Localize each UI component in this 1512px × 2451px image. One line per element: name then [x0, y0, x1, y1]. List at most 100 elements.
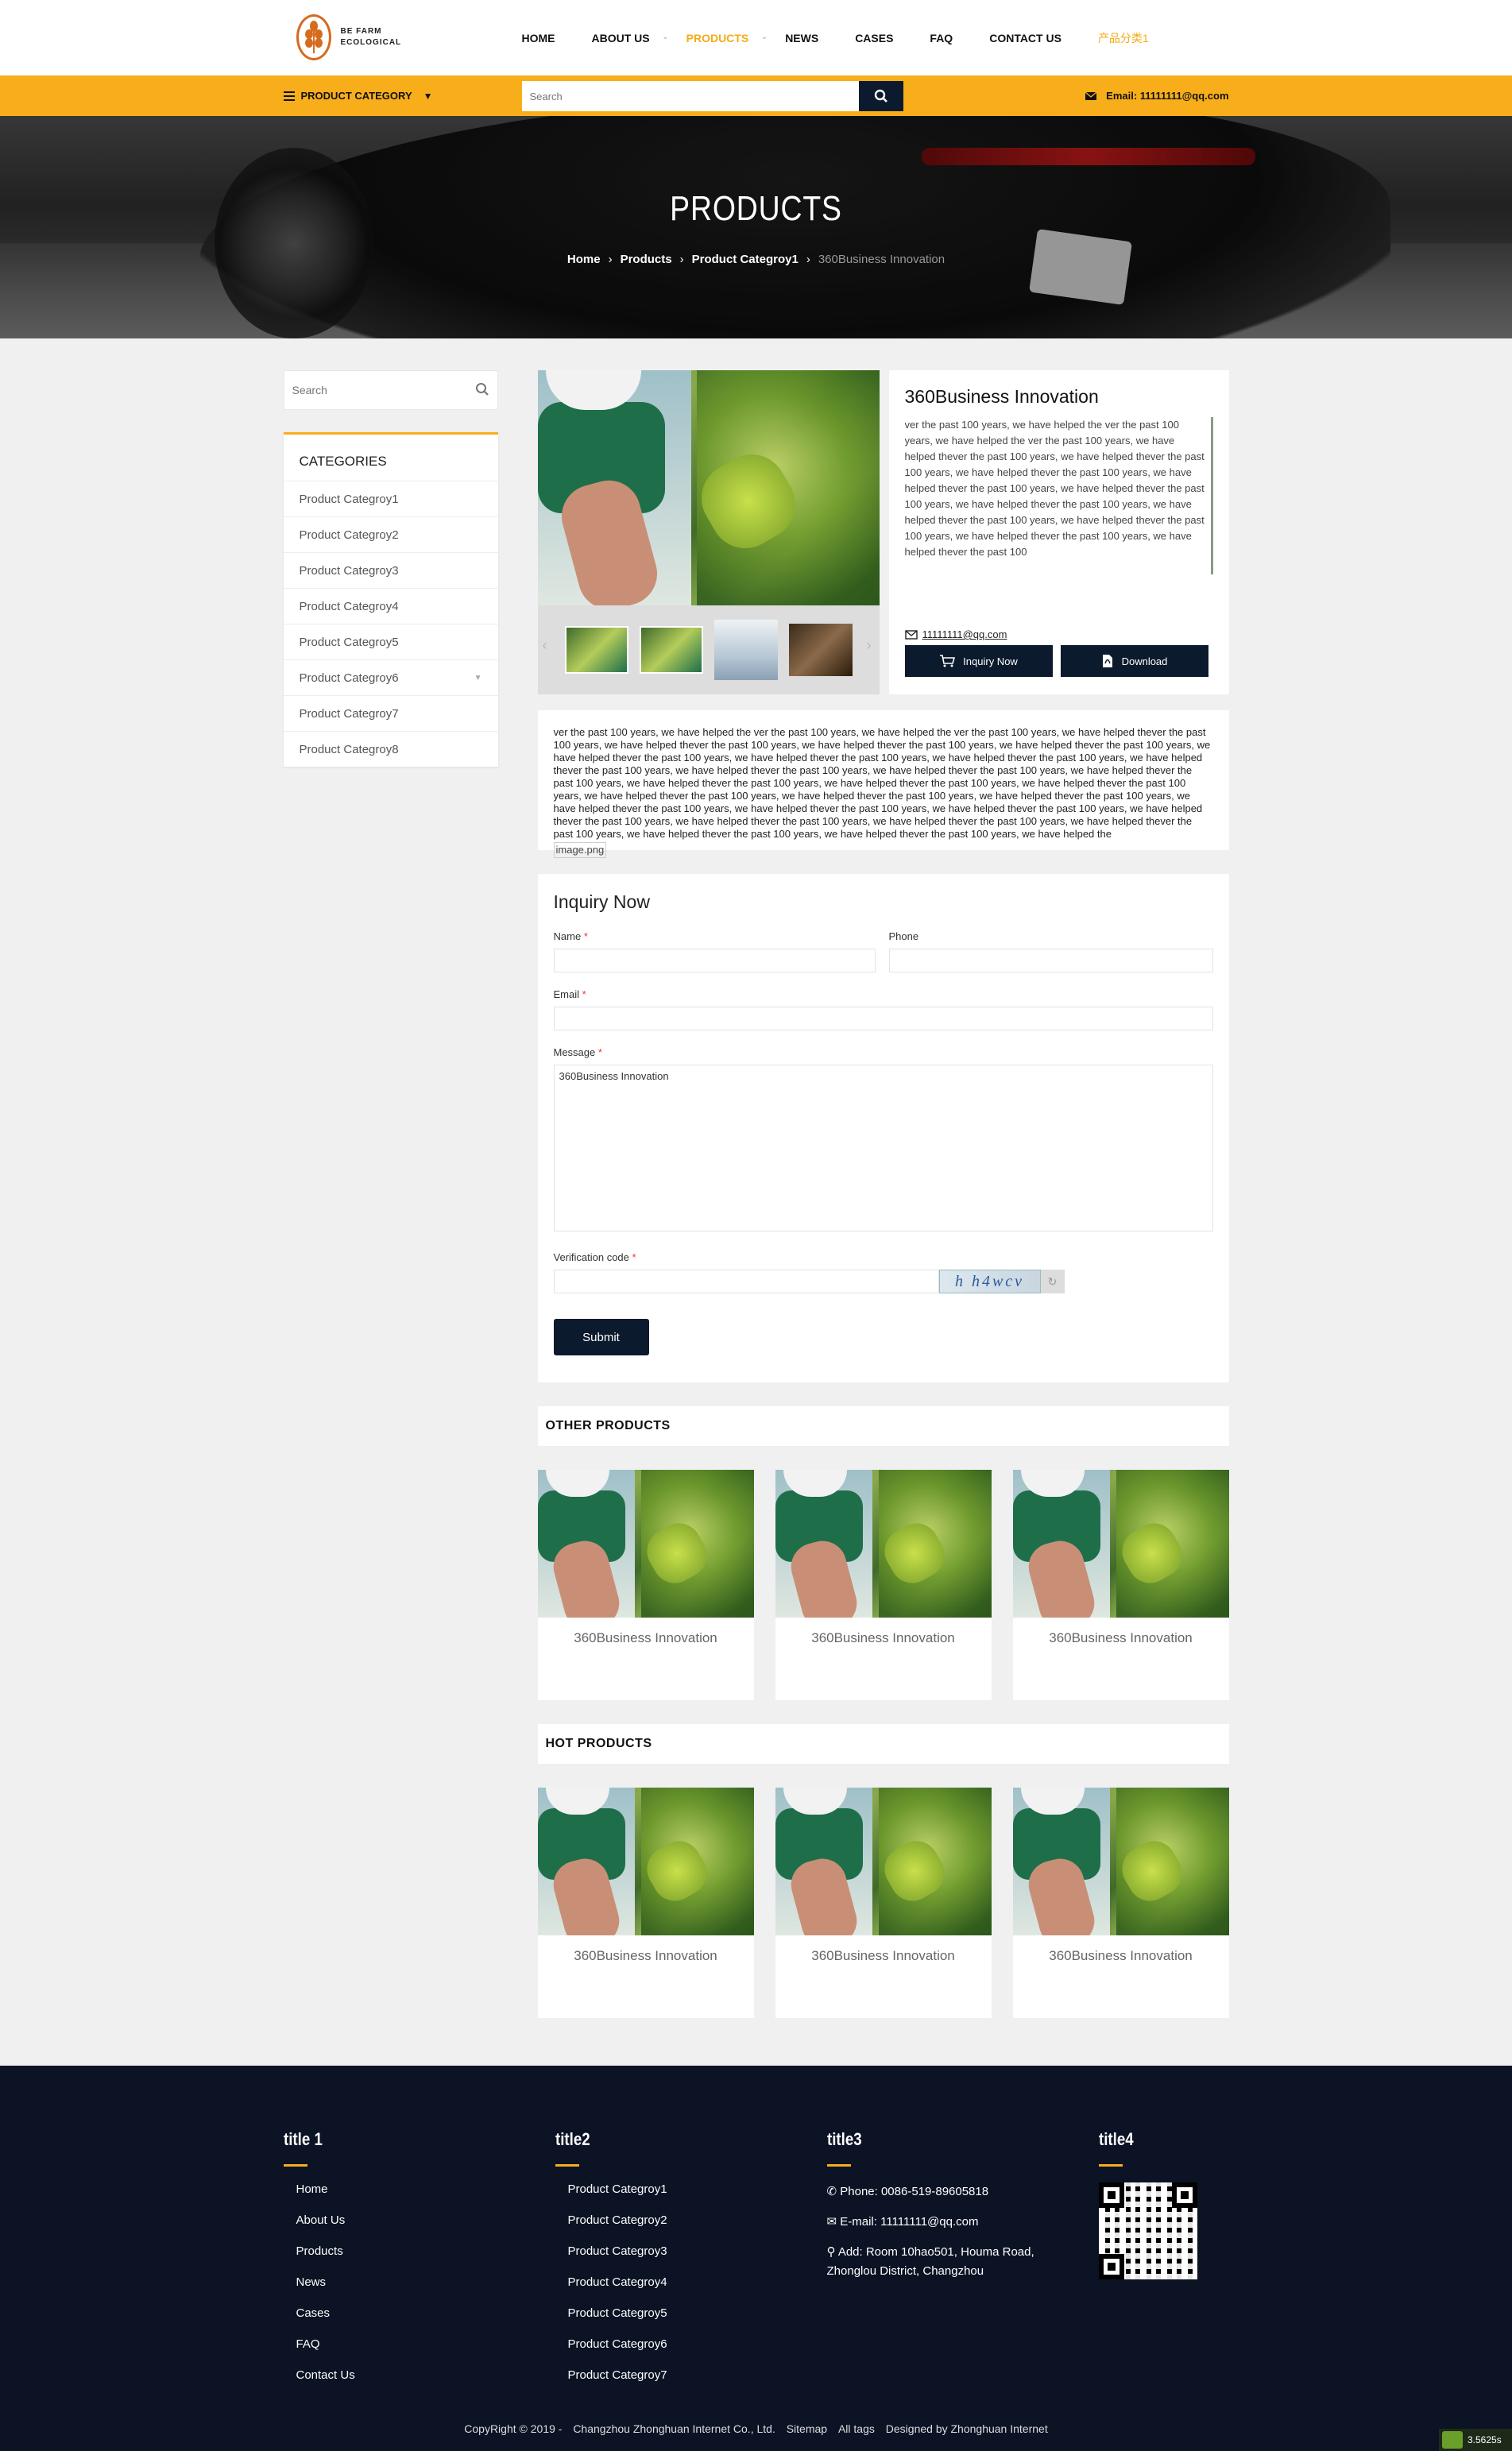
nav-products[interactable]: PRODUCTS ⌄	[686, 32, 768, 44]
top-search-input[interactable]	[521, 81, 859, 111]
footer-link-home[interactable]: Home	[296, 2182, 355, 2213]
submit-button[interactable]: Submit	[553, 1319, 649, 1355]
inquiry-now-button[interactable]: Inquiry Now	[904, 645, 1053, 677]
nav-cases[interactable]: CASES	[855, 32, 893, 44]
required-mark: *	[583, 930, 588, 942]
product-card-title[interactable]: 360Business Innovation	[1013, 1630, 1229, 1646]
footer-category-link[interactable]: Product Categroy3	[568, 2244, 667, 2275]
name-field[interactable]	[553, 949, 876, 972]
product-card-title[interactable]: 360Business Innovation	[775, 1948, 992, 1964]
footer-category-link[interactable]: Product Categroy1	[568, 2182, 667, 2213]
breadcrumb-products[interactable]: Products	[621, 253, 672, 266]
product-card-title[interactable]: 360Business Innovation	[538, 1630, 754, 1646]
download-button[interactable]: Download	[1060, 645, 1208, 677]
footer-category-link[interactable]: Product Categroy4	[568, 2275, 667, 2306]
sitemap-link[interactable]: Sitemap	[787, 2422, 827, 2435]
page-banner: PRODUCTS Home › Products › Product Categroy1…	[0, 116, 1512, 338]
product-email-link[interactable]: 11111111@qq.com	[922, 628, 1007, 640]
sidebar-search-input[interactable]	[284, 371, 459, 409]
footer-link-faq[interactable]: FAQ	[296, 2337, 355, 2368]
header-email[interactable]: Email: 11111111@qq.com	[1085, 75, 1229, 116]
logo[interactable]: BE FARM ECOLOGICAL	[296, 14, 402, 60]
product-main-image[interactable]	[537, 370, 880, 605]
product-card-image[interactable]	[537, 1788, 754, 1935]
product-card-title[interactable]: 360Business Innovation	[538, 1948, 754, 1964]
product-short-description: ver the past 100 years, we have helped t…	[905, 417, 1213, 574]
product-card-image[interactable]	[775, 1788, 992, 1935]
product-email: 11111111@qq.com	[904, 628, 1007, 640]
footer-category-link[interactable]: Product Categroy6	[568, 2337, 667, 2368]
search-icon[interactable]	[475, 382, 489, 396]
envelope-icon: ✉	[826, 2215, 841, 2229]
all-tags-link[interactable]: All tags	[838, 2422, 875, 2435]
sidebar-category-6[interactable]: Product Categroy6 ▼	[283, 659, 498, 696]
verification-field[interactable]	[553, 1270, 939, 1293]
captcha-image[interactable]: h h4wcv	[938, 1270, 1041, 1293]
thumbnail-3[interactable]	[713, 620, 778, 680]
footer-link-contact[interactable]: Contact Us	[296, 2368, 355, 2399]
thumbnail-1[interactable]	[564, 626, 628, 674]
sidebar-search	[283, 370, 498, 410]
product-card[interactable]: 360Business Innovation	[537, 1470, 754, 1700]
sidebar-category-2[interactable]: Product Categroy2	[283, 516, 498, 552]
email-field[interactable]	[553, 1007, 1213, 1030]
sidebar-category-5[interactable]: Product Categroy5	[283, 624, 498, 659]
nav-contact[interactable]: CONTACT US	[989, 32, 1061, 44]
sidebar-category-7[interactable]: Product Categroy7	[283, 695, 498, 731]
top-header: BE FARM ECOLOGICAL HOME ABOUT US ⌄ PRODUC…	[0, 0, 1512, 75]
product-top: ‹ › 360Business Innovation ver the past …	[537, 370, 1229, 694]
broken-image: image.png	[553, 842, 607, 858]
nav-home[interactable]: HOME	[522, 32, 555, 44]
product-detail-text: ver the past 100 years, we have helped t…	[553, 726, 1211, 840]
sidebar-category-8[interactable]: Product Categroy8	[283, 731, 498, 767]
nav-news[interactable]: NEWS	[785, 32, 818, 44]
footer-link-about[interactable]: About Us	[296, 2213, 355, 2244]
category-search-bar: PRODUCT CATEGORY ▼ Email: 11111111@qq.co…	[0, 75, 1512, 116]
footer-category-link[interactable]: Product Categroy5	[568, 2306, 667, 2337]
product-card[interactable]: 360Business Innovation	[1012, 1470, 1229, 1700]
product-card[interactable]: 360Business Innovation	[1012, 1788, 1229, 2018]
product-card-image[interactable]	[1012, 1788, 1229, 1935]
product-category-toggle[interactable]: PRODUCT CATEGORY ▼	[283, 75, 433, 116]
breadcrumb-category[interactable]: Product Categroy1	[692, 253, 799, 266]
top-search-button[interactable]	[858, 81, 903, 111]
footer-category-link[interactable]: Product Categroy2	[568, 2213, 667, 2244]
company-link[interactable]: Changzhou Zhonghuan Internet Co., Ltd.	[573, 2422, 775, 2435]
sidebar-category-1[interactable]: Product Categroy1	[283, 481, 498, 516]
footer-link-news[interactable]: News	[296, 2275, 355, 2306]
product-card[interactable]: 360Business Innovation	[537, 1788, 754, 2018]
copyright-text: CopyRight © 2019 -	[464, 2422, 563, 2435]
nav-about[interactable]: ABOUT US ⌄	[592, 32, 669, 44]
hot-products-title: HOT PRODUCTS	[537, 1724, 1229, 1764]
caret-down-icon[interactable]: ▼	[474, 660, 482, 696]
product-card-image[interactable]	[537, 1470, 754, 1618]
search-icon	[874, 89, 887, 102]
nav-category-cn[interactable]: 产品分类1	[1098, 30, 1149, 46]
wheat-logo-icon	[296, 14, 331, 60]
inquiry-now-label: Inquiry Now	[963, 655, 1018, 667]
product-card[interactable]: 360Business Innovation	[775, 1788, 992, 2018]
chevron-left-icon[interactable]: ‹	[543, 637, 547, 654]
message-field[interactable]: 360Business Innovation	[553, 1065, 1213, 1231]
nav-faq[interactable]: FAQ	[930, 32, 953, 44]
sidebar-category-3[interactable]: Product Categroy3	[283, 552, 498, 588]
product-card-title[interactable]: 360Business Innovation	[775, 1630, 992, 1646]
product-card[interactable]: 360Business Innovation	[775, 1470, 992, 1700]
footer-link-cases[interactable]: Cases	[296, 2306, 355, 2337]
product-card-image[interactable]	[775, 1470, 992, 1618]
footer-category-link[interactable]: Product Categroy7	[568, 2368, 667, 2399]
refresh-icon[interactable]: ↻	[1040, 1270, 1065, 1293]
product-title: 360Business Innovation	[904, 386, 1099, 407]
footer-underline	[283, 2164, 307, 2167]
product-card-title[interactable]: 360Business Innovation	[1013, 1948, 1229, 1964]
breadcrumb-home[interactable]: Home	[567, 253, 601, 266]
thumbnail-4[interactable]	[788, 624, 853, 676]
phone-field[interactable]	[888, 949, 1213, 972]
footer-link-products[interactable]: Products	[296, 2244, 355, 2275]
logo-line2: ECOLOGICAL	[340, 38, 402, 47]
sidebar-category-4[interactable]: Product Categroy4	[283, 588, 498, 624]
product-card-image[interactable]	[1012, 1470, 1229, 1618]
chevron-right-icon[interactable]: ›	[867, 637, 872, 654]
thumbnail-2[interactable]	[639, 626, 703, 674]
designer-link[interactable]: Designed by Zhonghuan Internet	[886, 2422, 1048, 2435]
